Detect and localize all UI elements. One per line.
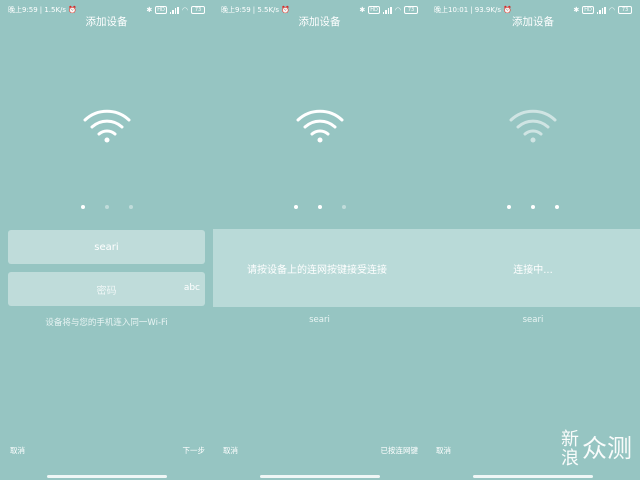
step-dot	[293, 205, 298, 209]
step-dot	[104, 205, 109, 209]
next-button[interactable]: 下一步	[183, 445, 206, 456]
status-time: 晚上9:59	[221, 6, 251, 14]
home-indicator[interactable]	[46, 475, 167, 478]
password-placeholder: 密码	[96, 285, 117, 297]
wifi-icon	[509, 109, 557, 143]
screen-press-button: 晚上9:59 | 5.5K/s ⏰ ✱ HD ◠ 73 添加设备 请按设备上的连网按…	[213, 0, 427, 480]
step-dot	[507, 205, 511, 209]
page-title: 添加设备	[85, 16, 128, 28]
page-title: 添加设备	[298, 16, 341, 28]
status-time: 晚上9:59	[8, 6, 38, 14]
signal-icon	[382, 6, 392, 14]
bluetooth-icon: ✱	[146, 6, 153, 14]
ssid-value: seari	[94, 241, 119, 253]
wifi-icon	[83, 109, 130, 143]
instruction-text: 请按设备上的连网按键接受连接	[247, 264, 387, 276]
ssid-label: seari	[309, 315, 330, 325]
cancel-button[interactable]: 取消	[223, 445, 238, 456]
home-indicator[interactable]	[473, 475, 593, 478]
watermark-char: 新	[560, 429, 579, 450]
connecting-text: 连接中...	[513, 264, 553, 276]
watermark-brand: 众测	[581, 434, 632, 463]
page-title: 添加设备	[512, 16, 554, 28]
step-dot-active	[317, 205, 322, 209]
status-speed: 5.5K/s	[257, 6, 280, 14]
battery-icon: 73	[404, 6, 418, 14]
hint-text: 设备将与您的手机连入同一Wi-Fi	[45, 318, 168, 328]
bottom-bar: 取消 下一步	[10, 445, 205, 456]
screen-enter-credentials: 晚上9:59 | 1.5K/s ⏰ ✱ HD ◠ 73 添加设备 seari 密码 …	[0, 0, 213, 480]
battery-icon: 73	[618, 6, 632, 14]
bluetooth-icon: ✱	[359, 6, 366, 14]
alarm-icon: ⏰	[502, 6, 512, 14]
ssid-field[interactable]: seari	[8, 230, 205, 264]
step-dot	[531, 205, 535, 209]
wifi-icon	[296, 109, 343, 143]
cancel-button[interactable]: 取消	[436, 445, 451, 456]
hd-icon: HD	[582, 6, 594, 14]
home-indicator[interactable]	[259, 475, 380, 478]
button-pressed-button[interactable]: 已按连网键	[381, 445, 419, 456]
wifi-status-icon: ◠	[608, 6, 615, 14]
ssid-label: seari	[522, 315, 544, 325]
watermark-char: 浪	[560, 448, 579, 469]
step-dot	[341, 205, 346, 209]
step-indicator	[507, 203, 559, 211]
status-time: 晚上10:01	[434, 6, 469, 14]
instruction-banner: 请按设备上的连网按键接受连接	[213, 229, 427, 307]
screen-connecting: 晚上10:01 | 93.9K/s ⏰ ✱ HD ◠ 73 添加设备 连接中... …	[426, 0, 640, 480]
alarm-icon: ⏰	[281, 6, 290, 14]
bluetooth-icon: ✱	[573, 6, 580, 14]
bottom-bar: 取消 已按连网键	[223, 445, 418, 456]
keyboard-toggle[interactable]: abc	[184, 283, 200, 293]
step-dot-active	[80, 205, 85, 209]
status-banner: 连接中...	[426, 229, 640, 307]
status-speed: 93.9K/s	[474, 6, 501, 14]
hd-icon: HD	[368, 6, 380, 14]
password-field[interactable]: 密码 abc	[8, 272, 205, 306]
alarm-icon: ⏰	[68, 6, 77, 14]
step-indicator	[80, 203, 133, 211]
battery-icon: 73	[191, 6, 205, 14]
step-dot-active	[555, 205, 559, 209]
hd-icon: HD	[155, 6, 167, 14]
wifi-status-icon: ◠	[394, 6, 401, 14]
cancel-button[interactable]: 取消	[10, 445, 25, 456]
signal-icon	[169, 6, 179, 14]
watermark-logo: 新浪 众测	[561, 430, 632, 468]
step-indicator	[293, 203, 346, 211]
status-speed: 1.5K/s	[44, 6, 67, 14]
wifi-status-icon: ◠	[181, 6, 188, 14]
signal-icon	[596, 6, 606, 14]
step-dot	[128, 205, 133, 209]
